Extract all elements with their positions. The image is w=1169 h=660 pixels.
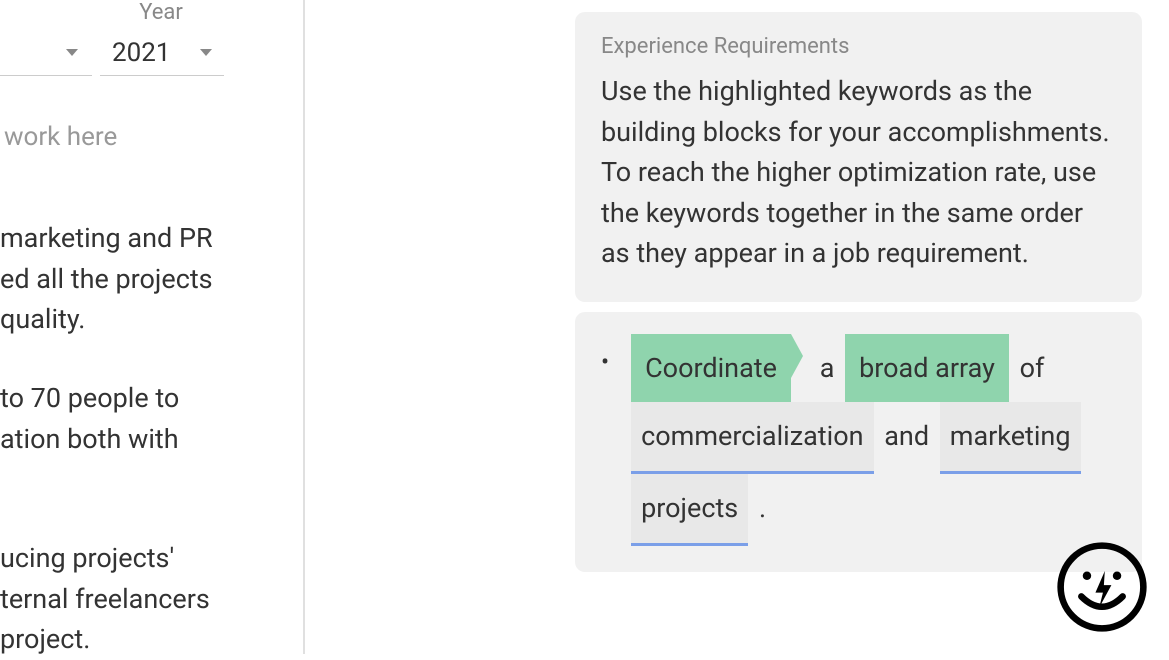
experience-paragraph[interactable]: to 70 people toation both with bbox=[0, 378, 179, 459]
keywords-card: • Coordinate a broad array of commercial… bbox=[575, 312, 1142, 572]
tips-title: Experience Requirements bbox=[601, 34, 1116, 59]
bullet-icon: • bbox=[601, 348, 609, 376]
suggestions-panel: Experience Requirements Use the highligh… bbox=[575, 12, 1142, 572]
year-value: 2021 bbox=[112, 38, 170, 68]
keyword-plain: and bbox=[880, 420, 933, 452]
experience-paragraph[interactable]: marketing and PRed all the projectsquali… bbox=[0, 218, 213, 340]
keyword-plain: of bbox=[1016, 352, 1049, 384]
keyword-sentence: Coordinate a broad array of commercializ… bbox=[631, 334, 1116, 546]
experience-paragraph[interactable]: ucing projects'ternal freelancersproject… bbox=[0, 538, 210, 660]
keyword-tag-matched[interactable]: broad array bbox=[845, 334, 1009, 403]
work-here-checkbox-label[interactable]: work here bbox=[4, 122, 117, 152]
chevron-down-icon bbox=[66, 49, 78, 56]
smiley-lightning-icon bbox=[1055, 540, 1149, 634]
month-dropdown[interactable] bbox=[0, 30, 92, 76]
year-dropdown[interactable]: 2021 bbox=[100, 30, 224, 76]
tips-card: Experience Requirements Use the highligh… bbox=[575, 12, 1142, 302]
help-chat-button[interactable] bbox=[1055, 540, 1149, 634]
keyword-tag-matched[interactable]: Coordinate bbox=[631, 334, 791, 403]
keyword-tag-suggested[interactable]: projects bbox=[631, 474, 748, 546]
chevron-down-icon bbox=[200, 49, 212, 56]
year-selector-group: Year 2021 bbox=[0, 0, 224, 76]
keyword-plain: a bbox=[816, 352, 839, 384]
left-editor-panel: Year 2021 work here marketing and PRed a… bbox=[0, 0, 305, 654]
year-label: Year bbox=[98, 0, 224, 25]
tips-body: Use the highlighted keywords as the buil… bbox=[601, 71, 1116, 274]
keyword-plain: . bbox=[755, 492, 770, 524]
keyword-tag-suggested[interactable]: marketing bbox=[940, 402, 1081, 474]
keyword-tag-suggested[interactable]: commercialization bbox=[631, 402, 873, 474]
